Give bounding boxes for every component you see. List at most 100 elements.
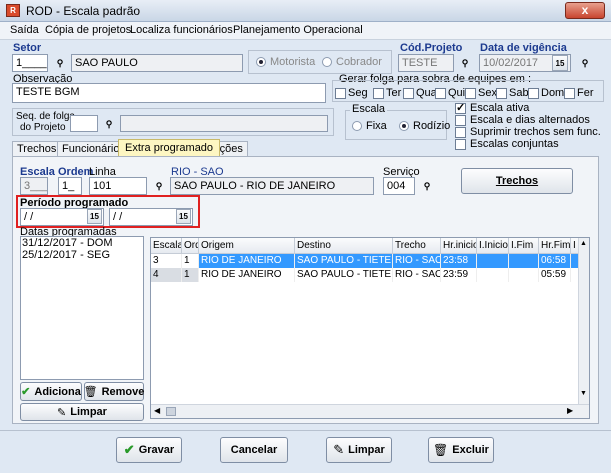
servico-search-button[interactable]: ⚲ xyxy=(418,177,436,195)
vigencia-label: Data de vigência xyxy=(480,42,567,54)
grid-header-hr-inicio[interactable]: Hr.inicio xyxy=(441,238,477,254)
seq-search-button[interactable]: ⚲ xyxy=(100,115,118,133)
binoculars-icon: ⚲ xyxy=(155,180,163,191)
motorista-radio[interactable] xyxy=(256,57,266,67)
menu-saida[interactable]: Saída xyxy=(10,24,39,36)
scroll-left-arrow-icon[interactable]: ◀ xyxy=(154,406,160,415)
grid-cell-trecho: RIO - SAO xyxy=(395,268,441,282)
grid-cell-ord: 1 xyxy=(182,254,199,268)
grid-header-ord[interactable]: Ord xyxy=(182,238,199,254)
folga-fer-checkbox[interactable] xyxy=(564,88,575,99)
vigencia-search-button[interactable]: ⚲ xyxy=(576,54,594,72)
scroll-down-arrow-icon[interactable]: ▼ xyxy=(580,390,587,397)
projeto-search-button[interactable]: ⚲ xyxy=(456,54,474,72)
cancelar-label: Cancelar xyxy=(230,444,278,456)
folga-sex-checkbox[interactable] xyxy=(465,88,476,99)
periodo-end-calendar-button[interactable]: 15 xyxy=(176,209,191,224)
grid-cell-trecho: RIO - SAO xyxy=(393,254,441,268)
remover-button[interactable]: 🗑 Remove xyxy=(84,382,144,401)
table-row[interactable]: 3 1 RIO DE JANEIRO SAO PAULO - TIETE RIO… xyxy=(151,254,579,268)
tab-trechos[interactable]: Trechos xyxy=(12,141,62,157)
grid-cell-i-fim xyxy=(509,268,539,282)
trechos-button-label: Trechos xyxy=(495,175,539,187)
folga-seg-checkbox[interactable] xyxy=(335,88,346,99)
close-button[interactable]: x xyxy=(565,2,605,19)
folga-dom-checkbox[interactable] xyxy=(528,88,539,99)
grid-header-hr-fim[interactable]: Hr.Fim xyxy=(539,238,571,254)
calendar-icon: 15 xyxy=(555,58,565,68)
servico-input[interactable]: 004 xyxy=(383,177,415,195)
escala-ativa-checkbox[interactable] xyxy=(455,101,466,114)
datas-list[interactable]: 31/12/2017 - DOM 25/12/2017 - SEG xyxy=(20,236,144,380)
ordem-input[interactable]: 1_ xyxy=(58,177,82,195)
grid-header-i-inicio[interactable]: I.Inicio xyxy=(477,238,509,254)
grid-vertical-scrollbar[interactable]: ▲ ▼ xyxy=(578,238,589,404)
grid-horizontal-scrollbar[interactable]: ◀ ▶ xyxy=(151,404,589,418)
grid-header-i-fim[interactable]: I.Fim xyxy=(509,238,539,254)
adicionar-button[interactable]: ✔ Adiciona xyxy=(20,382,82,401)
grid-cell-origem: RIO DE JANEIRO xyxy=(199,268,295,282)
tab-extra-programado[interactable]: Extra programado xyxy=(118,139,221,157)
calendar-icon: 15 xyxy=(90,212,99,221)
escala-group-label: Escala xyxy=(350,103,388,115)
menu-planejamento[interactable]: Planejamento Operacional xyxy=(233,24,363,36)
adicionar-label: Adiciona xyxy=(34,385,81,398)
title-bar: R ROD - Escala padrão x xyxy=(0,0,611,22)
cobrador-radio[interactable] xyxy=(322,57,332,67)
app-icon: R xyxy=(6,4,20,17)
menu-localiza-funcionarios[interactable]: Localiza funcionários xyxy=(130,24,233,36)
trechos-button[interactable]: Trechos xyxy=(461,168,573,194)
setor-label: Setor xyxy=(13,42,42,54)
projeto-label: Cód.Projeto xyxy=(400,42,463,54)
projeto-input[interactable]: TESTE xyxy=(398,54,454,72)
linha-input[interactable]: 101 xyxy=(89,177,147,195)
setor-search-button[interactable]: ⚲ xyxy=(51,54,69,72)
rodizio-radio[interactable] xyxy=(399,121,409,131)
list-item[interactable]: 25/12/2017 - SEG xyxy=(21,249,143,261)
folga-ter-label: Ter xyxy=(386,87,402,99)
list-item[interactable]: 31/12/2017 - DOM xyxy=(21,237,143,249)
grid-cell-i-inicio xyxy=(477,268,509,282)
grid-header-destino[interactable]: Destino xyxy=(295,238,393,254)
scroll-thumb[interactable] xyxy=(166,407,176,416)
fixa-radio[interactable] xyxy=(352,121,362,131)
trechos-grid[interactable]: Escala Ord Origem Destino Trecho Hr.inic… xyxy=(150,237,590,419)
binoculars-icon: ⚲ xyxy=(581,57,589,68)
table-row[interactable]: 4 1 RIO DE JANEIRO SAO PAULO - TIETE RIO… xyxy=(151,268,579,282)
grid-header-trecho[interactable]: Trecho xyxy=(393,238,441,254)
scroll-right-arrow-icon[interactable]: ▶ xyxy=(567,406,573,415)
conjuntas-checkbox[interactable] xyxy=(455,139,466,150)
suprimir-checkbox[interactable] xyxy=(455,127,466,138)
check-icon: ✔ xyxy=(123,442,135,457)
grid-cell-hr-fim: 06:58 xyxy=(539,254,571,268)
remover-label: Remove xyxy=(101,385,145,398)
observacao-input[interactable]: TESTE BGM xyxy=(12,83,326,103)
vigencia-calendar-button[interactable]: 15 xyxy=(552,55,568,71)
grid-header-origem[interactable]: Origem xyxy=(199,238,295,254)
scroll-up-arrow-icon[interactable]: ▲ xyxy=(580,240,587,247)
folga-qua-label: Qua xyxy=(416,87,437,99)
escala-ativa-label: Escala ativa xyxy=(470,102,530,114)
folga-seg-label: Seg xyxy=(348,87,368,99)
grid-cell-hr-inicio: 23:59 xyxy=(441,268,477,282)
periodo-start-calendar-button[interactable]: 15 xyxy=(87,209,102,224)
folga-ter-checkbox[interactable] xyxy=(373,88,384,99)
broom-icon: ✎ xyxy=(333,442,345,457)
excluir-button[interactable]: 🗑 Excluir xyxy=(428,437,494,463)
folga-qua-checkbox[interactable] xyxy=(403,88,414,99)
fixa-label: Fixa xyxy=(366,120,387,132)
linha-search-button[interactable]: ⚲ xyxy=(150,177,168,195)
limpar-list-button[interactable]: ✎ Limpar xyxy=(20,403,144,421)
cancelar-button[interactable]: Cancelar xyxy=(220,437,288,463)
alternados-checkbox[interactable] xyxy=(455,115,466,126)
setor-code-input[interactable]: 1____ xyxy=(12,54,48,72)
grid-cell-escala: 3 xyxy=(151,254,182,268)
menu-copia-projetos[interactable]: Cópia de projetos xyxy=(45,24,131,36)
folga-qui-checkbox[interactable] xyxy=(435,88,446,99)
seq-input[interactable] xyxy=(70,115,98,132)
escala-input[interactable]: 3___ xyxy=(20,177,48,195)
folga-sab-checkbox[interactable] xyxy=(496,88,507,99)
gravar-button[interactable]: ✔ Gravar xyxy=(116,437,182,463)
grid-header-escala[interactable]: Escala xyxy=(151,238,182,254)
limpar-button[interactable]: ✎ Limpar xyxy=(326,437,392,463)
